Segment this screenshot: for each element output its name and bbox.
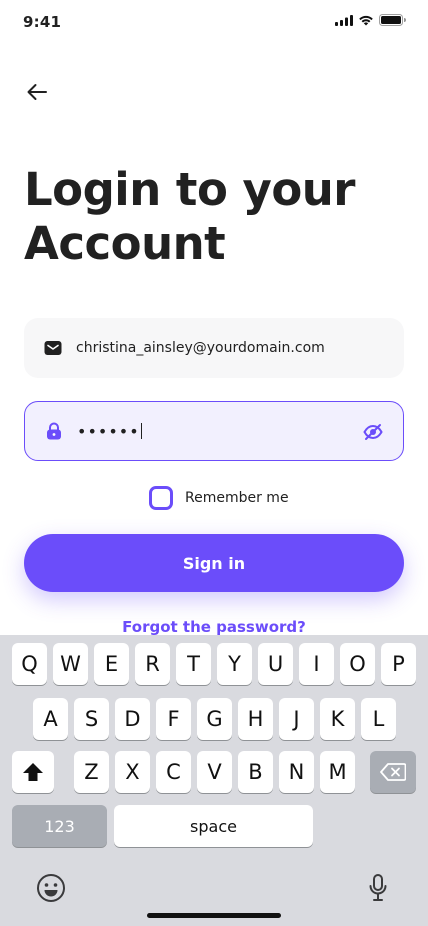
- remember-checkbox[interactable]: [149, 486, 173, 510]
- backspace-key[interactable]: [370, 751, 416, 793]
- key-o[interactable]: O: [340, 643, 375, 685]
- key-g[interactable]: G: [197, 698, 232, 740]
- space-key[interactable]: space: [114, 805, 313, 847]
- key-r[interactable]: R: [135, 643, 170, 685]
- status-time: 9:41: [23, 13, 62, 31]
- password-value-wrap: ••••••: [77, 421, 143, 441]
- password-field[interactable]: ••••••: [24, 401, 404, 461]
- sign-in-button[interactable]: Sign in: [24, 534, 404, 592]
- shift-key[interactable]: [12, 751, 54, 793]
- key-e[interactable]: E: [94, 643, 129, 685]
- key-w[interactable]: W: [53, 643, 88, 685]
- key-k[interactable]: K: [320, 698, 355, 740]
- key-b[interactable]: B: [238, 751, 273, 793]
- emoji-icon: [37, 874, 65, 902]
- key-z[interactable]: Z: [74, 751, 109, 793]
- lock-icon: [45, 422, 63, 440]
- battery-icon: [379, 14, 406, 26]
- microphone-button[interactable]: [368, 873, 388, 907]
- remember-me[interactable]: Remember me: [149, 486, 289, 510]
- key-h[interactable]: H: [238, 698, 273, 740]
- key-v[interactable]: V: [197, 751, 232, 793]
- eye-off-icon: [363, 424, 383, 440]
- key-j[interactable]: J: [279, 698, 314, 740]
- back-button[interactable]: [24, 80, 52, 104]
- key-s[interactable]: S: [74, 698, 109, 740]
- key-d[interactable]: D: [115, 698, 150, 740]
- remember-label: Remember me: [185, 490, 289, 506]
- key-p[interactable]: P: [381, 643, 416, 685]
- page-title: Login to your Account: [24, 163, 404, 271]
- key-y[interactable]: Y: [217, 643, 252, 685]
- text-caret: [140, 422, 143, 439]
- numbers-key[interactable]: 123: [12, 805, 107, 847]
- key-q[interactable]: Q: [12, 643, 47, 685]
- status-icons: [335, 14, 406, 26]
- email-field[interactable]: christina_ainsley@yourdomain.com: [24, 318, 404, 378]
- keyboard: Q W E R T Y U I O P A S D F G H J K L Z …: [0, 635, 428, 926]
- wifi-icon: [359, 15, 373, 25]
- key-i[interactable]: I: [299, 643, 334, 685]
- home-indicator: [147, 913, 281, 918]
- key-m[interactable]: M: [320, 751, 355, 793]
- key-n[interactable]: N: [279, 751, 314, 793]
- forgot-password-link[interactable]: Forgot the password?: [0, 618, 428, 636]
- status-bar: 9:41: [0, 0, 428, 44]
- email-value: christina_ainsley@yourdomain.com: [76, 340, 325, 356]
- page-title-line1: Login to your: [24, 163, 356, 216]
- key-c[interactable]: C: [156, 751, 191, 793]
- key-f[interactable]: F: [156, 698, 191, 740]
- microphone-icon: [369, 874, 387, 901]
- key-l[interactable]: L: [361, 698, 396, 740]
- mail-icon: [44, 339, 62, 357]
- emoji-button[interactable]: [36, 873, 66, 907]
- password-value: ••••••: [77, 421, 140, 441]
- shift-icon: [23, 763, 43, 781]
- backspace-icon: [380, 763, 406, 781]
- arrow-left-icon: [27, 84, 47, 100]
- key-u[interactable]: U: [258, 643, 293, 685]
- password-visibility-toggle[interactable]: [363, 422, 383, 442]
- page-title-line2: Account: [24, 217, 226, 270]
- key-t[interactable]: T: [176, 643, 211, 685]
- signal-icon: [335, 14, 353, 26]
- key-a[interactable]: A: [33, 698, 68, 740]
- key-x[interactable]: X: [115, 751, 150, 793]
